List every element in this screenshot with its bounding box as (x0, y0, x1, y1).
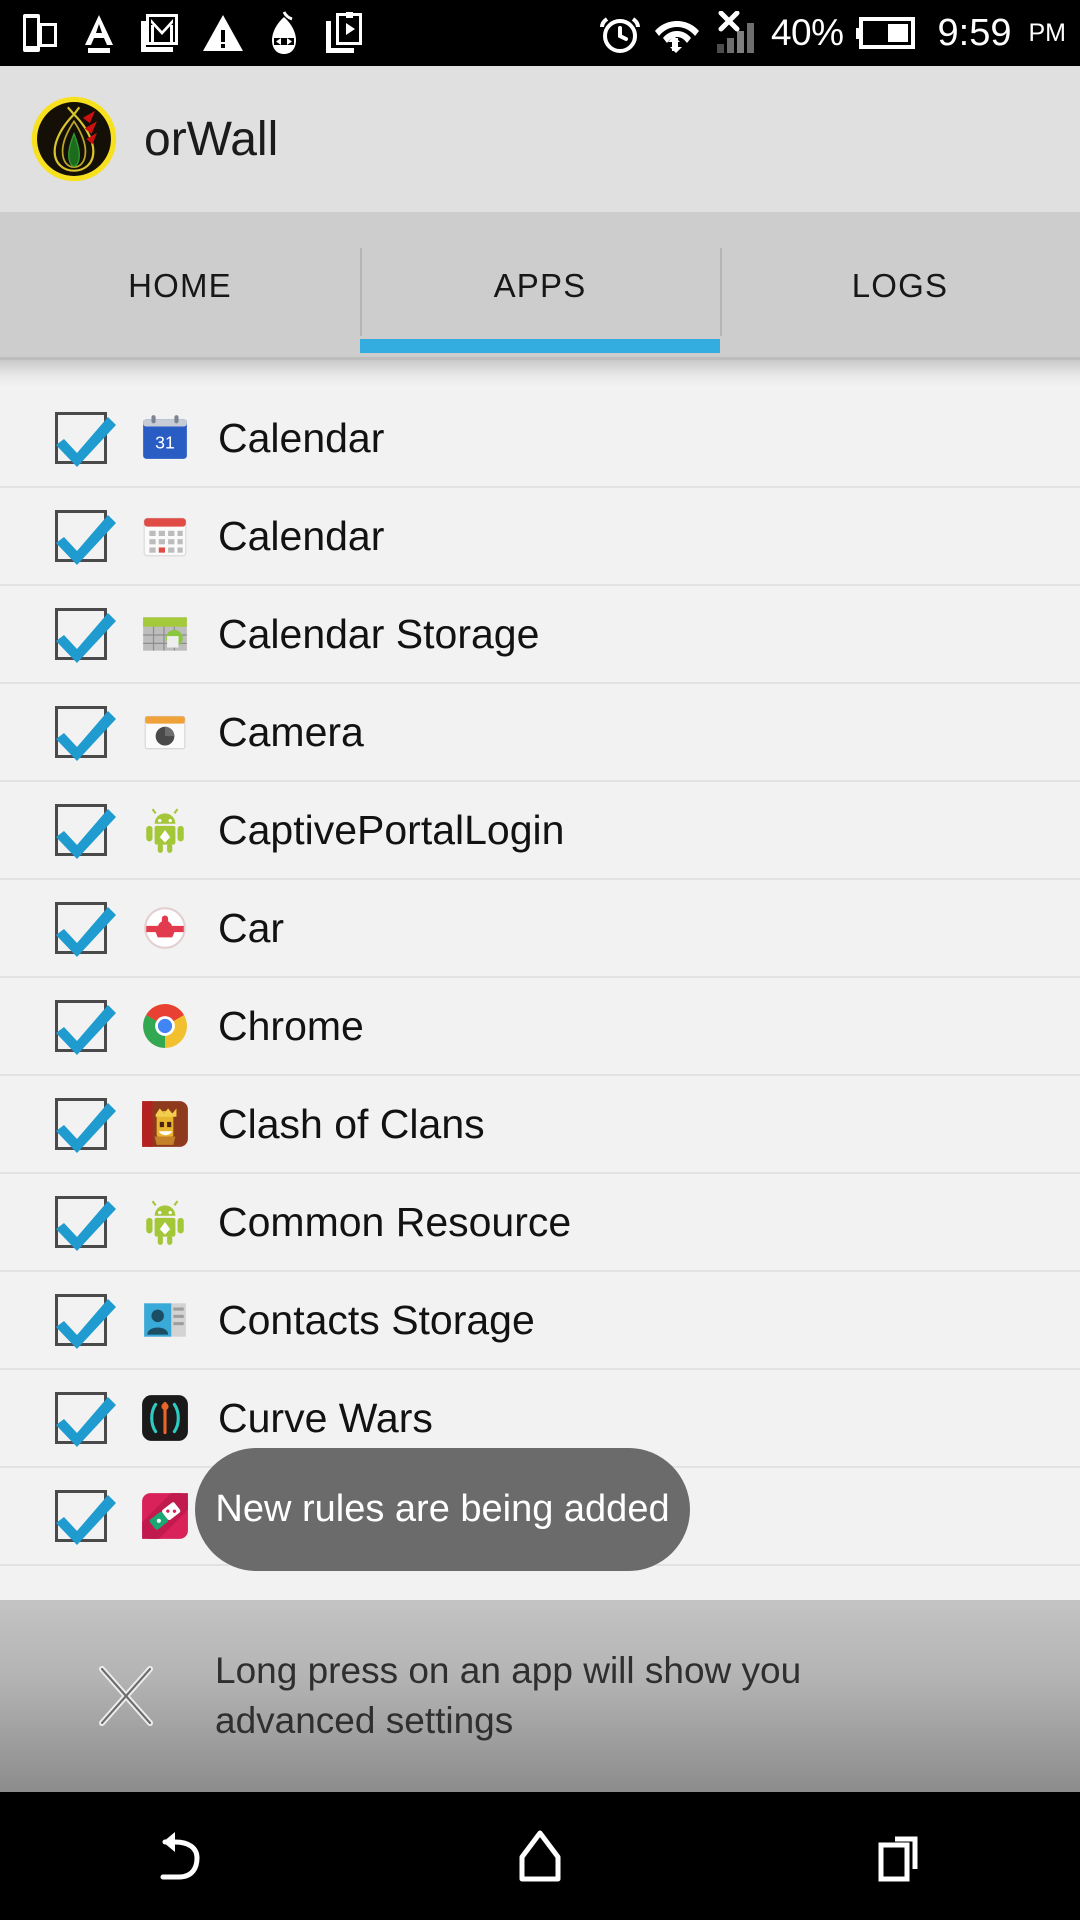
home-button[interactable] (360, 1827, 720, 1885)
table-row[interactable]: Common Resource (0, 1174, 1080, 1272)
app-name-label: Chrome (218, 1002, 364, 1049)
car-steering-wheel-icon (144, 907, 186, 949)
app-checkbox[interactable] (55, 1098, 116, 1153)
orwall-onion-logo (31, 96, 117, 182)
app-checkbox[interactable] (55, 1392, 116, 1447)
tab-apps[interactable]: APPS (360, 212, 720, 360)
app-checkbox[interactable] (55, 1196, 116, 1251)
toast-message: New rules are being added (215, 1488, 670, 1530)
app-checkbox[interactable] (55, 608, 116, 663)
app-name-label: Calendar (218, 512, 385, 559)
recents-icon (878, 1836, 918, 1882)
multiwindow-icon (23, 14, 57, 52)
font-size-icon (85, 15, 113, 53)
google-calendar-icon: 31 (143, 415, 187, 459)
dual-icon (142, 1493, 188, 1539)
app-name-label: Curve Wars (218, 1394, 433, 1441)
back-icon (160, 1832, 200, 1880)
hint-banner[interactable]: Long press on an app will show you advan… (0, 1600, 1080, 1792)
tab-logs-label: LOGS (851, 267, 949, 304)
calendar-storage-icon (143, 617, 187, 651)
system-navigation-bar (0, 1792, 1080, 1920)
page-title: orWall (144, 112, 279, 166)
curve-wars-icon (142, 1395, 188, 1441)
app-name-label: Camera (218, 708, 364, 755)
app-checkbox[interactable] (55, 1294, 116, 1349)
android-robot-icon (146, 1200, 184, 1245)
table-row[interactable]: Calendar (0, 488, 1080, 586)
media-clip-icon (326, 12, 362, 53)
stock-calendar-icon (143, 517, 187, 557)
table-row[interactable]: Car (0, 880, 1080, 978)
android-robot-icon (146, 808, 184, 853)
signal-no-service-icon (716, 11, 754, 53)
status-bar-right-icons: 40% 9:59 PM (599, 11, 1080, 55)
toast-notification: New rules are being added (195, 1448, 690, 1571)
app-checkbox[interactable] (55, 902, 116, 957)
app-checkbox[interactable] (55, 412, 116, 467)
onion-tor-icon (272, 11, 296, 54)
clash-of-clans-icon (142, 1101, 188, 1147)
recents-button[interactable] (720, 1827, 1080, 1885)
table-row[interactable]: Camera (0, 684, 1080, 782)
warning-icon (203, 15, 243, 51)
battery-icon (855, 17, 915, 49)
app-name-label: Common Resource (218, 1198, 572, 1245)
chrome-icon (143, 1004, 187, 1048)
table-row[interactable]: 31 Calendar (0, 390, 1080, 488)
battery-percent-label: 40% (770, 12, 844, 53)
tab-logs[interactable]: LOGS (720, 212, 1080, 360)
app-checkbox[interactable] (55, 1490, 116, 1545)
table-row[interactable]: CaptivePortalLogin (0, 782, 1080, 880)
back-button[interactable] (0, 1825, 360, 1887)
tab-bar: HOME APPS LOGS (0, 212, 1080, 360)
app-name-label: Calendar Storage (218, 610, 540, 657)
app-checkbox[interactable] (55, 706, 116, 761)
tab-home[interactable]: HOME (0, 212, 360, 360)
app-checkbox[interactable] (55, 1000, 116, 1055)
app-bar: orWall (0, 66, 1080, 212)
app-name-label: Clash of Clans (218, 1100, 485, 1147)
close-x-icon[interactable] (90, 1660, 162, 1732)
gmail-icon (141, 14, 178, 52)
table-row[interactable]: Clash of Clans (0, 1076, 1080, 1174)
table-row[interactable]: Calendar Storage (0, 586, 1080, 684)
phone-screen: 40% 9:59 PM orWall HOME APPS LOGS 31 Cal… (0, 0, 1080, 1920)
table-row[interactable]: Chrome (0, 978, 1080, 1076)
status-bar: 40% 9:59 PM (0, 0, 1080, 66)
svg-text:31: 31 (155, 432, 175, 452)
app-list[interactable]: 31 Calendar Calendar Calendar Storage Ca… (0, 360, 1080, 1600)
hint-text: Long press on an app will show you advan… (215, 1650, 802, 1741)
app-name-label: Calendar (218, 414, 385, 461)
tab-apps-label: APPS (493, 267, 587, 304)
alarm-icon (599, 17, 640, 53)
tab-home-label: HOME (128, 267, 232, 304)
app-name-label: Car (218, 904, 285, 951)
contacts-storage-icon (144, 1303, 186, 1337)
app-checkbox[interactable] (55, 510, 116, 565)
status-bar-left-icons (0, 11, 364, 55)
app-checkbox[interactable] (55, 804, 116, 859)
clock-ampm: PM (1028, 18, 1067, 47)
app-name-label: Contacts Storage (218, 1296, 535, 1343)
app-name-label: CaptivePortalLogin (218, 806, 565, 853)
home-icon (519, 1830, 561, 1882)
table-row[interactable]: Contacts Storage (0, 1272, 1080, 1370)
wifi-icon (654, 21, 699, 53)
camera-icon (144, 715, 186, 750)
clock-time: 9:59 (937, 11, 1012, 54)
